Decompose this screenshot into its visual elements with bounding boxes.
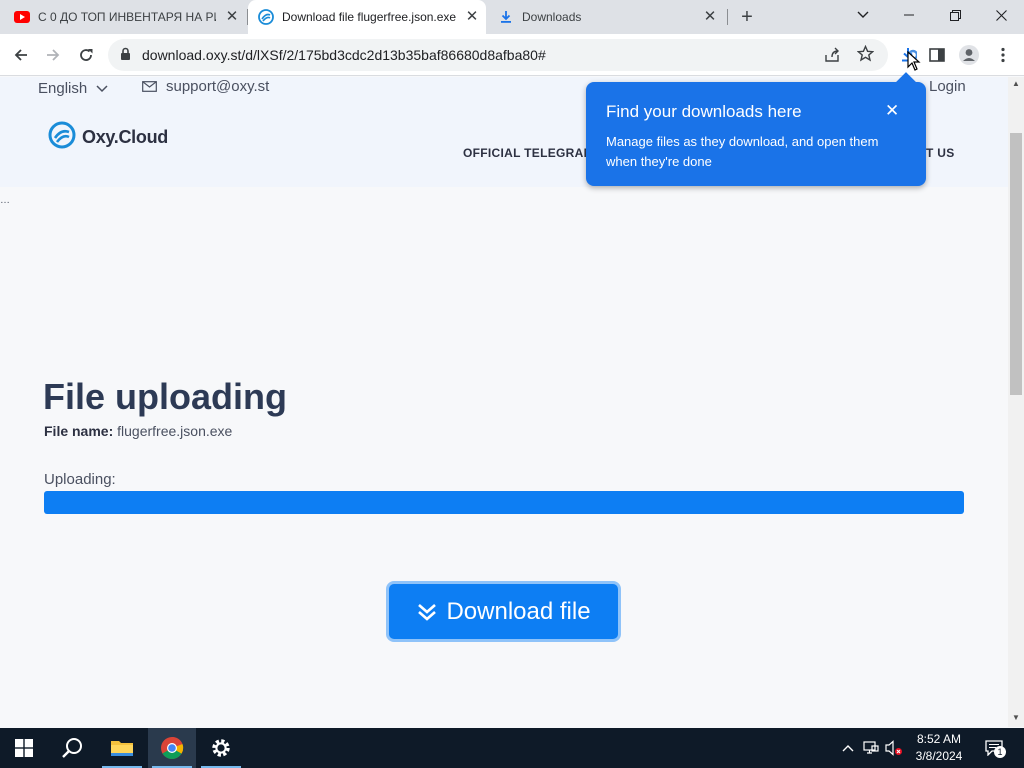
restore-icon[interactable] [932, 0, 978, 30]
page-title: File uploading [43, 376, 287, 417]
back-icon[interactable] [6, 40, 36, 70]
download-file-button[interactable]: Download file [389, 584, 618, 639]
language-label: English [38, 80, 88, 97]
browser-toolbar: download.oxy.st/d/lXSf/2/175bd3cdc2d13b3… [0, 34, 1024, 76]
site-logo[interactable]: Oxy.Cloud [48, 121, 168, 154]
profile-avatar-icon[interactable] [956, 42, 982, 68]
settings-gear-icon[interactable] [197, 728, 245, 768]
language-selector[interactable]: English [38, 80, 108, 97]
lock-icon[interactable] [120, 47, 131, 66]
file-name-line: File name: flugerfree.json.exe [44, 423, 232, 439]
clock-time: 8:52 AM [916, 732, 962, 746]
file-name-label: File name: [44, 423, 114, 439]
scrollbar-thumb[interactable] [1010, 133, 1022, 395]
windows-taskbar: 8:52 AM 3/8/2024 1 [0, 728, 1024, 768]
uploading-label: Uploading: [44, 471, 116, 488]
logo-text: Oxy.Cloud [82, 127, 168, 147]
nav-official-telegram[interactable]: OFFICIAL TELEGRAM [463, 146, 594, 160]
close-window-icon[interactable] [978, 0, 1024, 30]
upload-progress-bar [44, 491, 964, 514]
upload-progress-fill [44, 491, 964, 514]
close-tab-icon[interactable]: ✕ [464, 9, 480, 25]
reload-icon[interactable] [71, 40, 101, 70]
tab-search-icon[interactable] [840, 0, 886, 30]
page-scrollbar[interactable]: ▲ ▼ [1008, 77, 1024, 727]
support-email-link[interactable]: support@oxy.st [142, 78, 269, 95]
tab-strip: С 0 ДО ТОП ИНВЕНТАРЯ НА РИ ✕ Download fi… [0, 0, 1024, 34]
download-icon [498, 9, 514, 25]
clock-date: 3/8/2024 [915, 749, 963, 763]
youtube-icon [14, 9, 30, 25]
bubble-title: Find your downloads here [606, 102, 802, 121]
mouse-cursor-icon [907, 50, 921, 76]
forward-icon[interactable] [38, 40, 68, 70]
chevron-down-icon [96, 84, 108, 93]
download-button-label: Download file [446, 597, 591, 625]
tab-downloads[interactable]: Downloads ✕ [488, 0, 724, 34]
new-tab-icon[interactable]: + [736, 7, 758, 29]
tab-download-file[interactable]: Download file flugerfree.json.exe ✕ [248, 0, 486, 34]
file-explorer-icon[interactable] [98, 728, 146, 768]
login-link[interactable]: Login [929, 78, 966, 95]
tab-title: Downloads [522, 10, 582, 24]
bubble-close-icon[interactable]: ✕ [885, 101, 899, 121]
more-menu-icon[interactable] [990, 42, 1016, 68]
tab-title: Download file flugerfree.json.exe [282, 10, 456, 24]
notifications-icon[interactable]: 1 [982, 738, 1006, 758]
oxy-cloud-logo-icon [48, 121, 76, 154]
search-icon[interactable] [48, 728, 96, 768]
share-icon[interactable] [824, 46, 841, 68]
start-windows-icon[interactable] [0, 728, 48, 768]
ellipsis-marker: … [0, 195, 10, 206]
support-email: support@oxy.st [166, 78, 270, 95]
minimize-icon[interactable] [886, 0, 932, 30]
side-panel-icon[interactable] [924, 42, 950, 68]
system-clock[interactable]: 8:52 AM 3/8/2024 [910, 731, 968, 765]
scroll-down-icon[interactable]: ▼ [1012, 713, 1020, 722]
downloads-bubble: Find your downloads here ✕ Manage files … [586, 72, 926, 186]
show-hidden-icons-icon[interactable] [838, 738, 858, 758]
double-chevron-down-icon [416, 602, 438, 622]
mail-icon [142, 81, 157, 92]
url-text: download.oxy.st/d/lXSf/2/175bd3cdc2d13b3… [142, 47, 546, 63]
tab-separator [727, 9, 728, 25]
file-name-value: flugerfree.json.exe [117, 423, 233, 439]
close-tab-icon[interactable]: ✕ [224, 9, 240, 25]
notification-count-badge: 1 [994, 746, 1006, 758]
scroll-up-icon[interactable]: ▲ [1012, 79, 1020, 88]
volume-muted-icon[interactable] [884, 738, 904, 758]
oxy-cloud-icon [258, 9, 274, 25]
bookmark-star-icon[interactable] [856, 44, 875, 67]
close-tab-icon[interactable]: ✕ [702, 9, 718, 25]
bubble-body: Manage files as they download, and open … [606, 134, 879, 169]
chrome-icon[interactable] [148, 728, 196, 768]
tab-youtube[interactable]: С 0 ДО ТОП ИНВЕНТАРЯ НА РИ ✕ [14, 0, 246, 34]
network-icon[interactable] [861, 738, 881, 758]
address-bar[interactable]: download.oxy.st/d/lXSf/2/175bd3cdc2d13b3… [108, 39, 888, 71]
tab-title: С 0 ДО ТОП ИНВЕНТАРЯ НА РИ [38, 10, 216, 24]
